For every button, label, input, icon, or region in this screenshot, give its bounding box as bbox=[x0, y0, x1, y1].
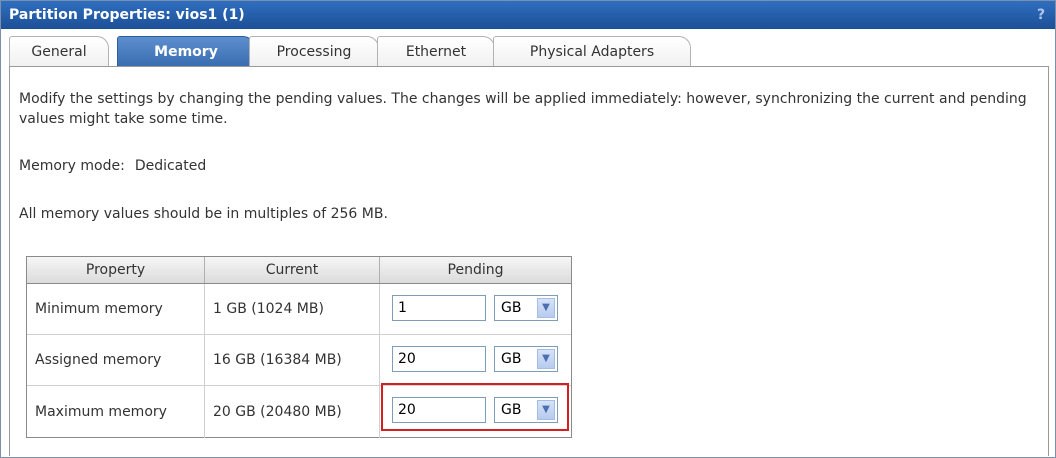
maximum-memory-unit-select[interactable]: GB ▼ bbox=[494, 397, 558, 423]
chevron-down-icon[interactable]: ▼ bbox=[537, 298, 555, 318]
table-row-assigned-memory: Assigned memory 16 GB (16384 MB) 20 GB ▼ bbox=[27, 335, 571, 386]
multiples-note: All memory values should be in multiples… bbox=[19, 206, 388, 222]
memory-mode-value: Dedicated bbox=[134, 158, 207, 174]
memory-table: Property Current Pending Minimum memory … bbox=[26, 256, 572, 438]
maximum-memory-input[interactable]: 20 bbox=[392, 397, 486, 423]
tab-general[interactable]: General bbox=[9, 36, 109, 66]
table-row-maximum-memory: Maximum memory 20 GB (20480 MB) 20 GB ▼ bbox=[27, 386, 571, 438]
column-header-current: Current bbox=[205, 257, 380, 283]
tab-ethernet[interactable]: Ethernet bbox=[377, 36, 495, 66]
property-cell: Maximum memory bbox=[27, 386, 205, 438]
pending-cell: 20 GB ▼ bbox=[380, 386, 571, 438]
assigned-memory-unit-select[interactable]: GB ▼ bbox=[494, 346, 558, 372]
minimum-memory-unit-select[interactable]: GB ▼ bbox=[494, 295, 558, 321]
unit-select-value: GB bbox=[501, 402, 522, 418]
tab-bar: General Memory Processing Ethernet Physi… bbox=[9, 33, 1049, 67]
chevron-down-icon[interactable]: ▼ bbox=[537, 400, 555, 420]
memory-mode: Memory mode: Dedicated bbox=[19, 158, 206, 174]
memory-mode-label: Memory mode: bbox=[19, 158, 125, 174]
unit-select-value: GB bbox=[501, 351, 522, 367]
window-titlebar: Partition Properties: vios1 (1) ? bbox=[1, 1, 1055, 29]
property-cell: Minimum memory bbox=[27, 284, 205, 334]
current-cell: 20 GB (20480 MB) bbox=[205, 386, 380, 438]
property-cell: Assigned memory bbox=[27, 335, 205, 385]
minimum-memory-input[interactable]: 1 bbox=[392, 295, 486, 321]
table-header: Property Current Pending bbox=[27, 257, 571, 284]
table-row-minimum-memory: Minimum memory 1 GB (1024 MB) 1 GB ▼ bbox=[27, 284, 571, 335]
column-header-property: Property bbox=[27, 257, 205, 283]
description-text: Modify the settings by changing the pend… bbox=[19, 91, 1027, 127]
current-cell: 16 GB (16384 MB) bbox=[205, 335, 380, 385]
assigned-memory-input[interactable]: 20 bbox=[392, 346, 486, 372]
chevron-down-icon[interactable]: ▼ bbox=[537, 349, 555, 369]
tab-memory[interactable]: Memory bbox=[117, 36, 255, 66]
pending-cell: 1 GB ▼ bbox=[380, 284, 571, 334]
tab-physical-adapters[interactable]: Physical Adapters bbox=[493, 36, 691, 66]
pending-cell: 20 GB ▼ bbox=[380, 335, 571, 385]
help-icon[interactable]: ? bbox=[1033, 5, 1049, 25]
unit-select-value: GB bbox=[501, 300, 522, 316]
tab-processing[interactable]: Processing bbox=[249, 36, 379, 66]
current-cell: 1 GB (1024 MB) bbox=[205, 284, 380, 334]
window-title: Partition Properties: vios1 (1) bbox=[9, 7, 245, 23]
column-header-pending: Pending bbox=[447, 262, 504, 278]
